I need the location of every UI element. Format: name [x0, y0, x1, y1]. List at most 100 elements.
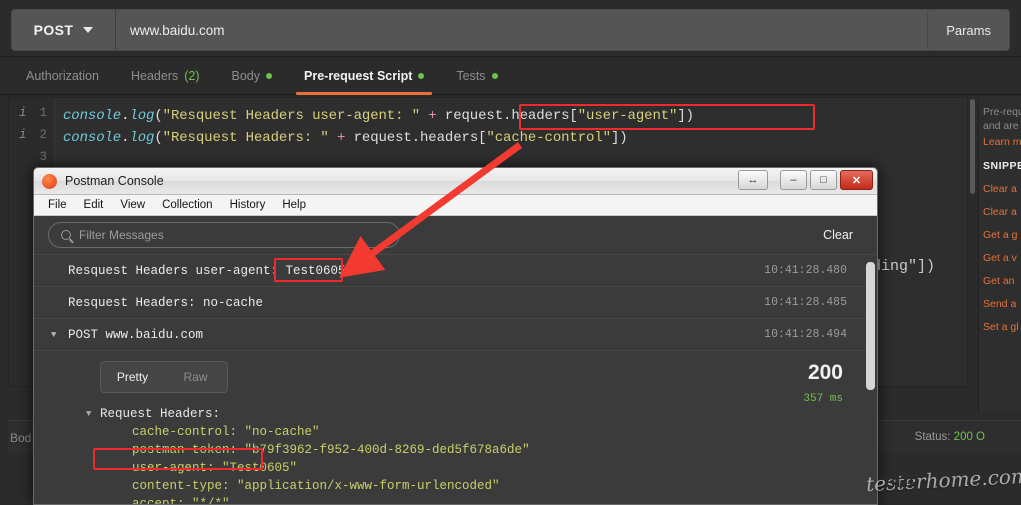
line-number: 3	[39, 150, 47, 164]
resize-icon: ↔	[747, 174, 759, 186]
code-token: ])	[610, 130, 628, 146]
maximize-icon: □	[820, 174, 827, 186]
editor-scrollbar-thumb[interactable]	[970, 99, 975, 194]
editor-scrollbar[interactable]	[968, 97, 977, 387]
raw-tab[interactable]: Raw	[164, 370, 227, 384]
snippets-description-line-1: Pre-requ	[983, 106, 1021, 118]
console-title-bar[interactable]: Postman Console ↔ – □ ✕	[34, 168, 877, 195]
console-log-list[interactable]: Resquest Headers user-agent: Test0605 10…	[34, 254, 877, 505]
headers-title-label: Request Headers:	[100, 407, 221, 421]
chevron-down-icon[interactable]: ▼	[86, 405, 91, 423]
close-window-button[interactable]: ✕	[840, 170, 873, 190]
console-scrollbar-thumb[interactable]	[866, 262, 875, 390]
snippet-item-3[interactable]: Get a v	[983, 252, 1021, 264]
status-dot-icon	[491, 72, 498, 79]
clear-console-button[interactable]: Clear	[823, 228, 853, 242]
request-headers-title[interactable]: ▼ Request Headers:	[34, 405, 877, 423]
line-number: 2	[39, 128, 47, 142]
snippet-item-1[interactable]: Clear a	[983, 206, 1021, 218]
code-token: log	[129, 108, 155, 124]
headers-count-badge: (2)	[184, 68, 200, 83]
code-line-1[interactable]: console.log("Resquest Headers user-agent…	[63, 108, 694, 130]
snippet-item-6[interactable]: Set a gl	[983, 321, 1021, 333]
console-body: Filter Messages Clear Resquest Headers u…	[34, 216, 877, 505]
code-token: "cache-control"	[486, 130, 611, 146]
tab-body[interactable]: Body	[216, 57, 289, 95]
menu-item-edit[interactable]: Edit	[77, 197, 111, 213]
code-token: console	[63, 130, 122, 146]
code-line-2[interactable]: console.log("Resquest Headers: " + reque…	[63, 130, 628, 152]
close-icon: ✕	[851, 174, 862, 187]
status-prefix: Status:	[914, 431, 951, 443]
status-dot-icon	[266, 72, 272, 79]
tab-label: Tests	[456, 68, 486, 83]
chevron-down-icon	[83, 27, 94, 33]
minimize-window-button[interactable]: –	[780, 170, 807, 190]
menu-item-history[interactable]: History	[223, 197, 273, 213]
snippet-item-0[interactable]: Clear a	[983, 183, 1021, 195]
code-token: "Resquest Headers: "	[162, 130, 329, 146]
log-timestamp: 10:41:28.494	[764, 328, 847, 341]
snippets-description-line-2: and are	[983, 120, 1019, 132]
header-line-user-agent: user-agent: "Test0605"	[132, 461, 298, 475]
menu-item-view[interactable]: View	[113, 197, 152, 213]
status-value: 200 O	[953, 431, 985, 443]
code-token: request.headers[	[444, 108, 578, 124]
gutter-row: i 2	[9, 128, 55, 150]
snippet-item-2[interactable]: Get a g	[983, 229, 1021, 241]
menu-item-file[interactable]: File	[41, 197, 74, 213]
log-message: Resquest Headers: no-cache	[68, 295, 264, 310]
http-method-label: POST	[33, 22, 74, 38]
tab-authorization[interactable]: Authorization	[10, 57, 115, 95]
postman-console-window[interactable]: Postman Console ↔ – □ ✕ File Edit View C…	[33, 167, 878, 505]
log-entry-request[interactable]: ▼ POST www.baidu.com 10:41:28.494	[34, 318, 877, 350]
postman-logo-icon	[42, 173, 57, 189]
url-text: www.baidu.com	[130, 22, 225, 38]
log-entry[interactable]: Resquest Headers user-agent: Test0605 10…	[34, 254, 877, 286]
chevron-down-icon[interactable]: ▼	[51, 330, 56, 340]
params-button[interactable]: Params	[928, 10, 1009, 50]
menu-item-collection[interactable]: Collection	[155, 197, 220, 213]
tab-headers[interactable]: Headers (2)	[115, 57, 216, 95]
code-token: "user-agent"	[577, 108, 678, 124]
tab-label: Pre-request Script	[304, 68, 413, 83]
info-icon: i	[19, 106, 27, 120]
resize-window-button[interactable]: ↔	[738, 170, 768, 190]
log-message: POST www.baidu.com	[68, 327, 204, 342]
response-status: Status: 200 O	[915, 431, 985, 443]
header-line-accept: accept: "*/*"	[132, 497, 230, 505]
code-token: log	[129, 130, 155, 146]
console-filter-row: Filter Messages Clear	[34, 216, 877, 254]
filter-messages-input[interactable]: Filter Messages	[48, 222, 400, 248]
log-entry[interactable]: Resquest Headers: no-cache 10:41:28.485	[34, 286, 877, 318]
learn-more-link[interactable]: Learn m	[983, 136, 1021, 148]
window-controls: ↔ – □ ✕	[738, 170, 873, 190]
snippet-item-5[interactable]: Send a	[983, 298, 1021, 310]
pretty-raw-toggle[interactable]: Pretty Raw	[100, 361, 228, 393]
postman-screen: POST www.baidu.com Params Authorization …	[0, 0, 1021, 505]
tab-label: Body	[231, 68, 261, 83]
line-number: 1	[39, 106, 47, 120]
response-duration: 357 ms	[803, 393, 843, 405]
log-timestamp: 10:41:28.480	[764, 264, 847, 277]
info-icon: i	[19, 128, 27, 142]
snippet-item-4[interactable]: Get an	[983, 275, 1021, 287]
http-method-dropdown[interactable]: POST	[12, 10, 116, 50]
code-token: +	[420, 108, 445, 124]
response-status-code: 200	[807, 361, 843, 384]
tab-tests[interactable]: Tests	[440, 57, 513, 95]
code-token: (	[154, 130, 163, 146]
search-icon	[61, 230, 71, 240]
clear-label: Clear	[823, 228, 853, 242]
code-token: (	[154, 108, 163, 124]
header-line-content-type: content-type: "application/x-www-form-ur…	[132, 479, 500, 493]
response-body-tab[interactable]: Bod	[10, 431, 31, 445]
console-scrollbar[interactable]	[866, 262, 875, 504]
url-input[interactable]: www.baidu.com	[116, 10, 950, 50]
menu-item-help[interactable]: Help	[275, 197, 313, 213]
tab-label: Authorization	[26, 68, 99, 83]
url-bar-group: POST www.baidu.com	[12, 10, 950, 50]
maximize-window-button[interactable]: □	[810, 170, 837, 190]
pretty-tab[interactable]: Pretty	[101, 370, 164, 384]
tab-pre-request-script[interactable]: Pre-request Script	[288, 57, 440, 95]
